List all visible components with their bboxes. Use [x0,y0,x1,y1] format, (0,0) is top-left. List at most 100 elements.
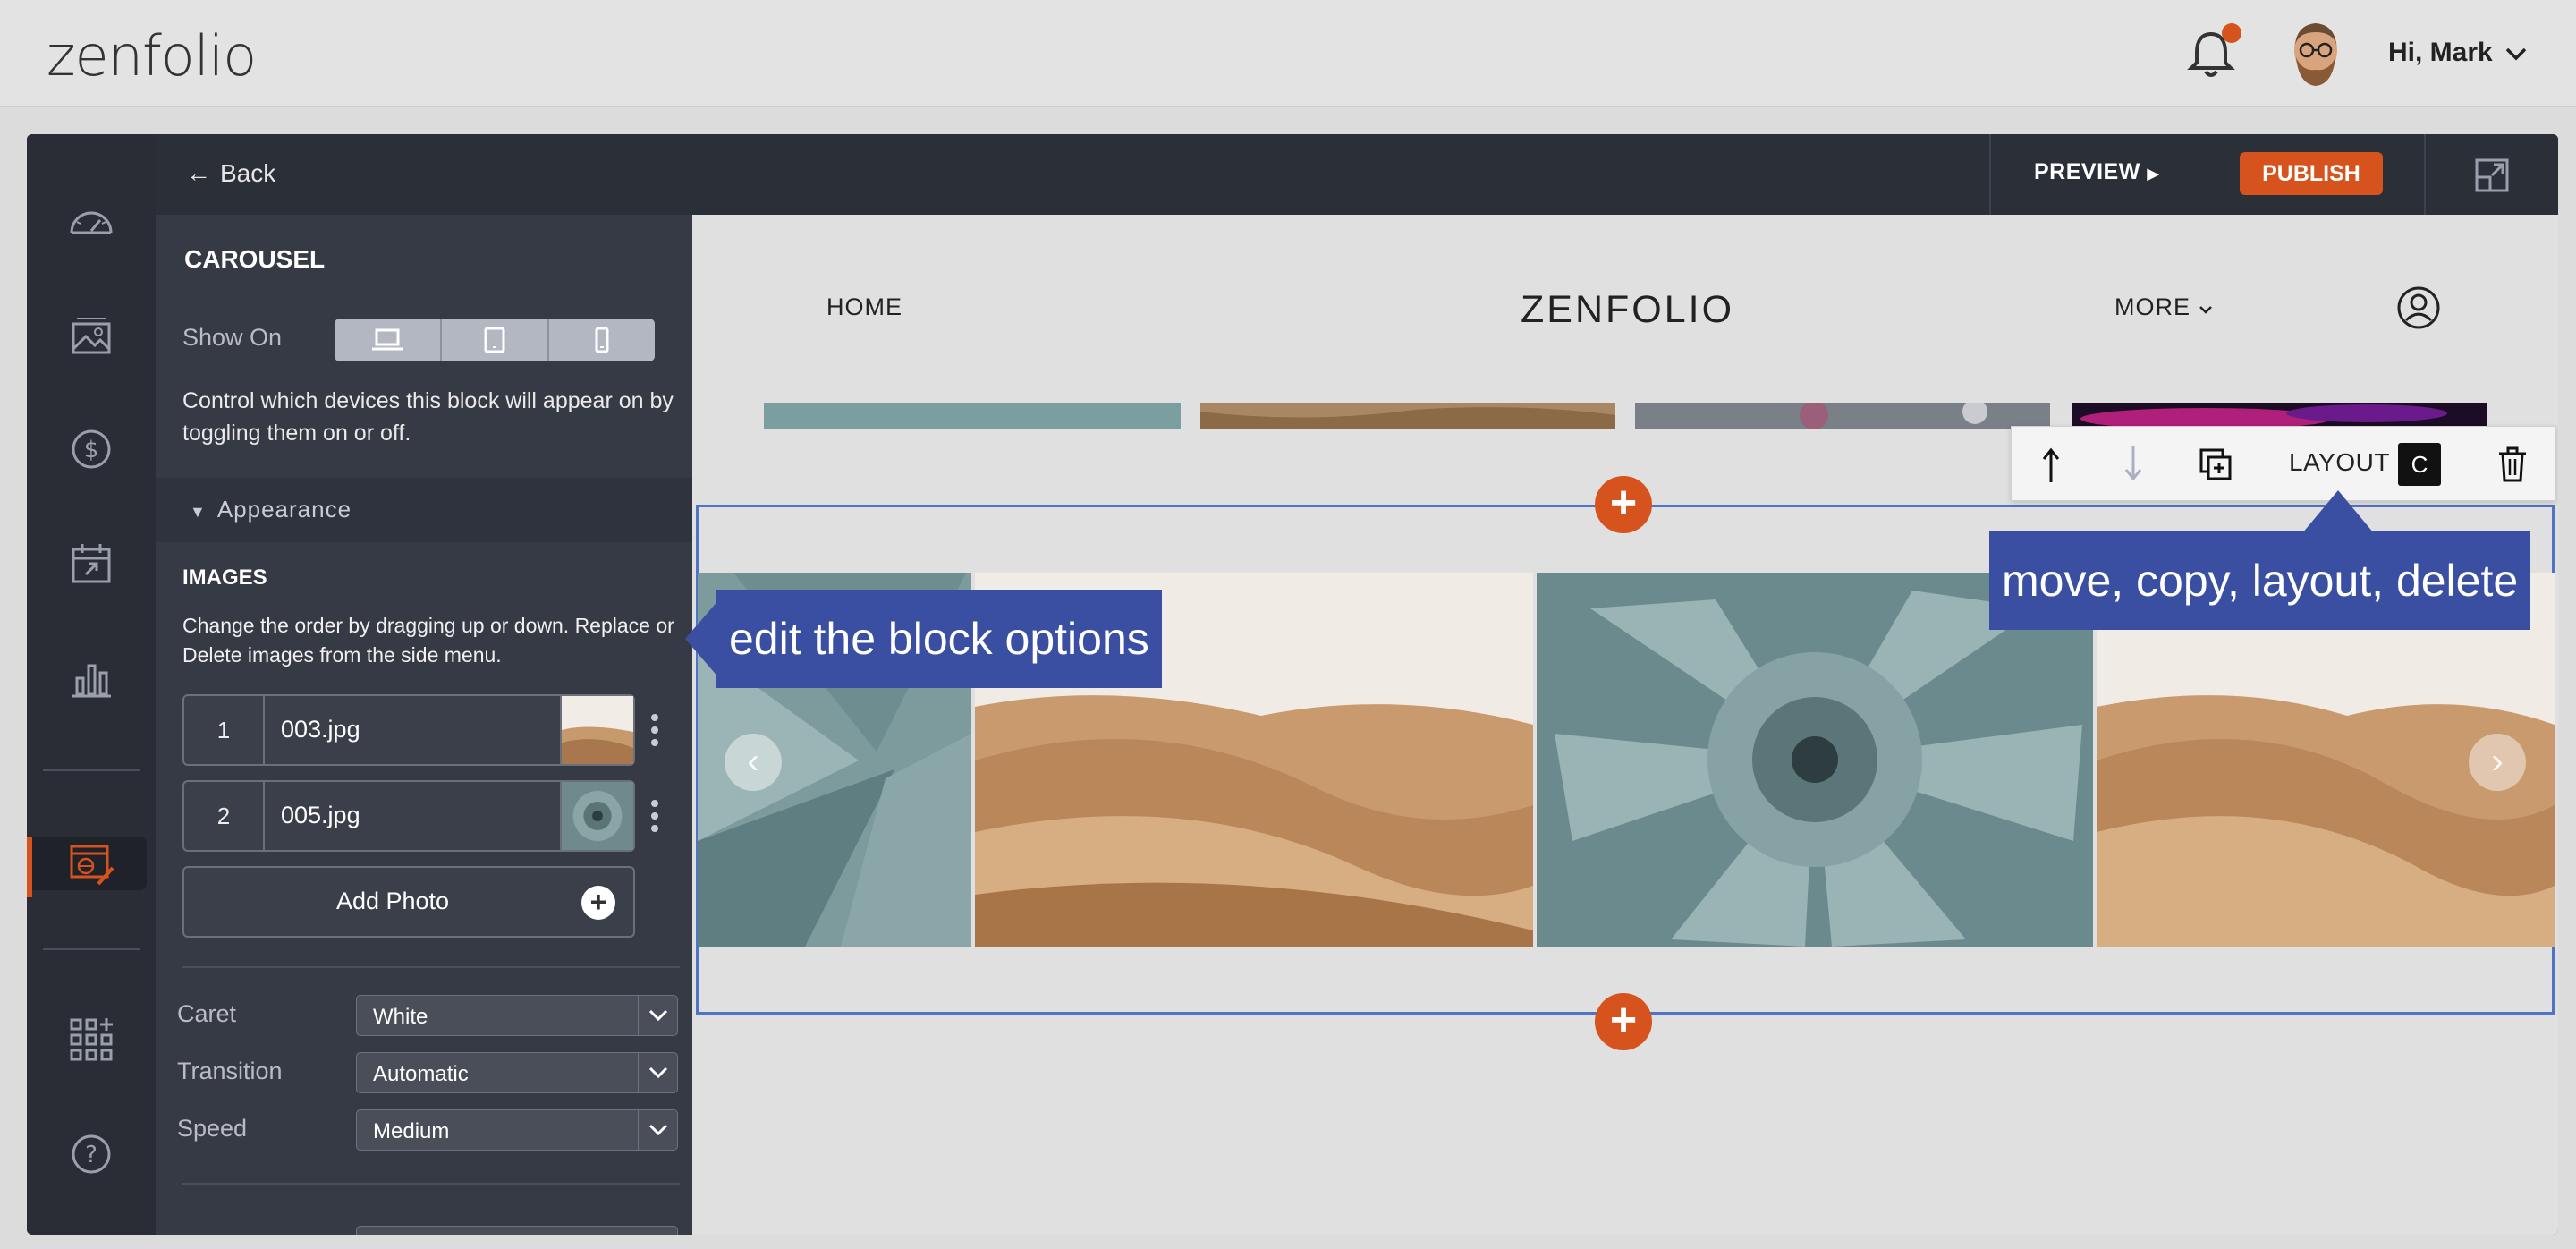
transition-select[interactable]: Automatic [356,1052,678,1093]
layout-selector[interactable]: C [2398,443,2441,486]
chevron-down-icon [638,996,677,1035]
arrow-down-icon [2124,446,2142,481]
laptop-icon [372,328,402,351]
panel-header: ← Back [156,134,692,215]
gallery-strip-image [764,403,1181,429]
more-vertical-icon[interactable] [646,798,664,834]
chevron-down-icon [2199,306,2212,314]
dashboard-gauge-icon[interactable] [64,197,118,251]
dollar-sales-icon[interactable]: $ [64,422,118,476]
add-block-above-button[interactable]: + [1595,476,1652,533]
back-button[interactable]: ← Back [186,159,275,188]
carousel-next-arrow[interactable]: › [2469,734,2526,791]
publish-button[interactable]: PUBLISH [2240,152,2383,195]
image-filename: 003.jpg [281,716,360,743]
callout-edit-block-options: edit the block options [716,590,1162,688]
tablet-toggle[interactable] [442,319,549,361]
gallery-strip-image [1635,403,2050,429]
caret-down-icon: ▼ [190,503,207,521]
image-order-number: 1 [184,696,265,764]
block-title: CAROUSEL [184,245,326,273]
editor-frame: $ ? ← Back CAROUSEL Show On Control whic… [27,134,2558,1235]
move-down-button[interactable] [2112,443,2155,486]
top-bar: zenfolio Hi, Mark [0,0,2576,107]
callout-pointer [2302,490,2374,533]
expand-fullscreen-icon[interactable] [2474,157,2510,193]
nav-more-label: MORE [2114,293,2190,320]
site-brand[interactable]: ZENFOLIO [1521,288,1734,332]
calendar-booking-icon[interactable] [64,537,118,591]
chevron-down-icon [638,1053,677,1092]
nav-home-link[interactable]: HOME [826,293,902,321]
copy-plus-icon [2199,448,2232,480]
add-photo-label: Add Photo [335,888,450,914]
appearance-label: Appearance [216,496,352,523]
app-logo[interactable]: zenfolio [47,23,257,89]
add-photo-button[interactable]: Add Photo + [182,866,635,938]
show-on-description: Control which devices this block will ap… [182,388,674,446]
move-up-button[interactable] [2029,443,2072,486]
carousel-prev-arrow[interactable]: ‹ [724,734,782,791]
images-description: Change the order by dragging up or down.… [182,614,674,667]
mobile-phone-icon [595,327,609,353]
image-thumbnail-desert [560,696,633,764]
image-thumbnail-succulent [560,782,633,850]
gallery-strip-image [1200,403,1615,429]
image-filename: 005.jpg [281,802,360,828]
bar-chart-stats-icon[interactable] [64,651,118,705]
website-editor-icon[interactable] [64,837,118,891]
help-question-icon[interactable]: ? [64,1127,118,1181]
page-canvas: HOME ZENFOLIO MORE ‹ › + + LAYOUT C [692,215,2558,1235]
device-toggle-group [335,319,655,361]
delete-block-button[interactable] [2491,443,2534,486]
tablet-icon [484,327,505,353]
icon-rail: $ ? [27,134,156,1235]
image-list-item[interactable]: 1 003.jpg [182,694,635,766]
svg-text:?: ? [85,1142,97,1168]
toolbar-divider [2424,134,2426,215]
rail-divider [43,948,140,950]
caret-option-label: Caret [177,1000,237,1027]
mobile-toggle[interactable] [549,319,655,361]
callout-block-actions: move, copy, layout, delete [1989,531,2531,630]
more-vertical-icon[interactable] [646,712,664,748]
rail-divider [43,769,140,771]
apps-grid-icon[interactable] [64,1011,118,1065]
chevron-down-icon[interactable] [2504,45,2528,63]
back-label: Back [220,159,276,187]
nav-more-menu[interactable]: MORE [2114,293,2213,321]
speed-select-value: Medium [373,1119,450,1143]
block-options-panel: ← Back CAROUSEL Show On Control which dev… [156,134,692,1235]
site-navigation: HOME ZENFOLIO MORE [692,215,2558,349]
user-avatar[interactable] [2284,18,2347,89]
transition-option-label: Transition [177,1058,283,1084]
speed-select[interactable]: Medium [356,1109,678,1151]
notification-dot [2222,23,2241,43]
caret-select[interactable]: White [356,995,678,1036]
user-account-icon[interactable] [2395,285,2442,331]
transition-select-value: Automatic [373,1062,469,1086]
add-block-below-button[interactable]: + [1595,993,1652,1050]
trash-icon [2499,446,2526,482]
panel-divider [182,966,680,968]
rail-active-indicator [27,837,32,897]
image-list-item[interactable]: 2 005.jpg [182,780,635,852]
panel-divider [182,1183,680,1185]
image-order-number: 2 [184,782,265,850]
preview-button[interactable]: PREVIEW ▶ [2034,159,2160,185]
desktop-toggle[interactable] [335,319,442,361]
chevron-down-icon [638,1110,677,1150]
arrow-up-icon [2042,447,2060,482]
gallery-image-icon[interactable] [64,310,118,363]
layout-label[interactable]: LAYOUT [2289,448,2390,477]
images-heading: IMAGES [182,565,267,590]
preview-label: PREVIEW [2034,159,2140,184]
show-on-label: Show On [182,324,283,351]
appearance-toggle[interactable]: ▼ Appearance [190,496,352,523]
next-select-partial[interactable] [356,1226,678,1235]
speed-option-label: Speed [177,1115,248,1142]
copy-block-button[interactable] [2194,443,2237,486]
plus-circle-icon: + [581,886,615,920]
user-greeting[interactable]: Hi, Mark [2388,38,2493,68]
callout-pointer [685,599,719,678]
